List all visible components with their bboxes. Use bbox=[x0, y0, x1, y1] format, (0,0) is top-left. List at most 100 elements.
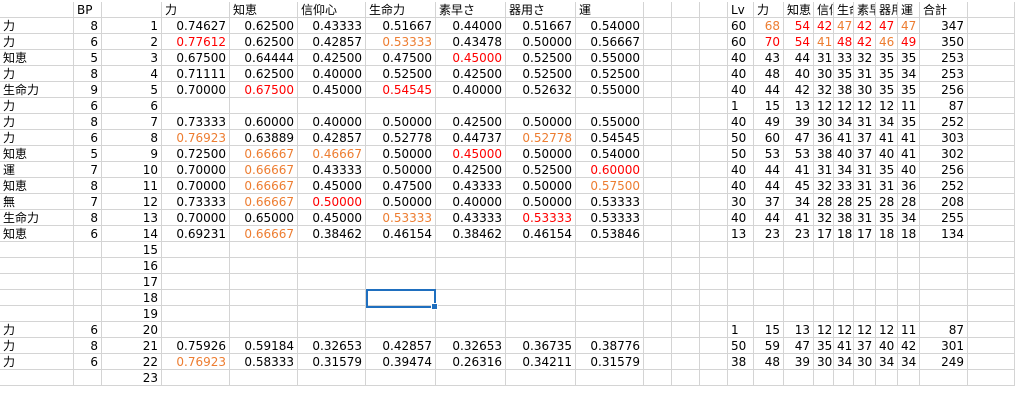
cell-p[interactable] bbox=[784, 306, 814, 322]
cell-b[interactable]: 8 bbox=[74, 114, 102, 130]
cell-k[interactable] bbox=[644, 274, 672, 290]
cell-e[interactable]: 0.67500 bbox=[230, 82, 298, 98]
cell-u[interactable]: 35 bbox=[898, 50, 920, 66]
cell-l[interactable] bbox=[672, 274, 700, 290]
cell-f[interactable]: 0.43333 bbox=[298, 18, 366, 34]
cell-o[interactable]: 59 bbox=[754, 338, 784, 354]
cell-q[interactable]: 12 bbox=[814, 98, 834, 114]
cell-c[interactable]: 9 bbox=[102, 146, 162, 162]
cell-q[interactable]: 32 bbox=[814, 178, 834, 194]
cell-j[interactable]: 0.54545 bbox=[576, 130, 644, 146]
cell-d[interactable]: 0.70000 bbox=[162, 162, 230, 178]
cell-d[interactable] bbox=[162, 290, 230, 306]
cell-l[interactable] bbox=[672, 226, 700, 242]
header-cell-v[interactable]: 合計 bbox=[920, 2, 968, 18]
cell-v[interactable] bbox=[920, 290, 968, 306]
cell-g[interactable]: 0.46154 bbox=[366, 226, 436, 242]
cell-k[interactable] bbox=[644, 306, 672, 322]
cell-t[interactable]: 12 bbox=[876, 98, 898, 114]
cell-h[interactable]: 0.44737 bbox=[436, 130, 506, 146]
cell-u[interactable] bbox=[898, 370, 920, 386]
cell-h[interactable]: 0.26316 bbox=[436, 354, 506, 370]
cell-p[interactable]: 53 bbox=[784, 146, 814, 162]
cell-m[interactable] bbox=[700, 242, 728, 258]
cell-m[interactable] bbox=[700, 210, 728, 226]
cell-c[interactable]: 7 bbox=[102, 114, 162, 130]
cell-h[interactable] bbox=[436, 290, 506, 306]
cell-a[interactable]: 運 bbox=[0, 162, 74, 178]
cell-n[interactable]: 40 bbox=[728, 178, 754, 194]
cell-n[interactable]: 40 bbox=[728, 210, 754, 226]
cell-s[interactable]: 37 bbox=[854, 146, 876, 162]
cell-k[interactable] bbox=[644, 146, 672, 162]
cell-q[interactable]: 17 bbox=[814, 226, 834, 242]
cell-s[interactable]: 17 bbox=[854, 226, 876, 242]
cell-m[interactable] bbox=[700, 18, 728, 34]
cell-r[interactable]: 47 bbox=[834, 18, 854, 34]
header-cell-h[interactable]: 素早さ bbox=[436, 2, 506, 18]
cell-h[interactable]: 0.42500 bbox=[436, 114, 506, 130]
cell-l[interactable] bbox=[672, 242, 700, 258]
cell-k[interactable] bbox=[644, 66, 672, 82]
cell-r[interactable] bbox=[834, 290, 854, 306]
cell-p[interactable]: 45 bbox=[784, 178, 814, 194]
cell-h[interactable]: 0.40000 bbox=[436, 82, 506, 98]
cell-f[interactable]: 0.38462 bbox=[298, 226, 366, 242]
cell-u[interactable] bbox=[898, 290, 920, 306]
cell-i[interactable]: 0.52500 bbox=[506, 66, 576, 82]
cell-d[interactable] bbox=[162, 370, 230, 386]
cell-l[interactable] bbox=[672, 146, 700, 162]
cell-j[interactable] bbox=[576, 322, 644, 338]
cell-c[interactable]: 13 bbox=[102, 210, 162, 226]
cell-k[interactable] bbox=[644, 130, 672, 146]
cell-r[interactable]: 38 bbox=[834, 82, 854, 98]
cell-o[interactable]: 49 bbox=[754, 114, 784, 130]
cell-m[interactable] bbox=[700, 66, 728, 82]
cell-g[interactable] bbox=[366, 258, 436, 274]
cell-r[interactable]: 35 bbox=[834, 66, 854, 82]
cell-a[interactable] bbox=[0, 258, 74, 274]
cell-j[interactable] bbox=[576, 290, 644, 306]
cell-q[interactable]: 31 bbox=[814, 50, 834, 66]
cell-u[interactable]: 11 bbox=[898, 322, 920, 338]
cell-w[interactable] bbox=[968, 50, 1015, 66]
cell-c[interactable]: 17 bbox=[102, 274, 162, 290]
cell-b[interactable]: 8 bbox=[74, 338, 102, 354]
cell-a[interactable]: 力 bbox=[0, 18, 74, 34]
cell-n[interactable] bbox=[728, 290, 754, 306]
cell-m[interactable] bbox=[700, 146, 728, 162]
cell-h[interactable]: 0.43333 bbox=[436, 178, 506, 194]
cell-w[interactable] bbox=[968, 66, 1015, 82]
cell-t[interactable]: 35 bbox=[876, 66, 898, 82]
cell-v[interactable]: 134 bbox=[920, 226, 968, 242]
cell-e[interactable]: 0.66667 bbox=[230, 226, 298, 242]
header-cell-j[interactable]: 運 bbox=[576, 2, 644, 18]
cell-j[interactable]: 0.31579 bbox=[576, 354, 644, 370]
cell-l[interactable] bbox=[672, 354, 700, 370]
cell-q[interactable] bbox=[814, 290, 834, 306]
cell-l[interactable] bbox=[672, 34, 700, 50]
cell-p[interactable]: 44 bbox=[784, 50, 814, 66]
cell-b[interactable] bbox=[74, 306, 102, 322]
cell-b[interactable]: 6 bbox=[74, 354, 102, 370]
cell-i[interactable]: 0.50000 bbox=[506, 146, 576, 162]
cell-b[interactable] bbox=[74, 274, 102, 290]
cell-o[interactable] bbox=[754, 370, 784, 386]
cell-f[interactable]: 0.43333 bbox=[298, 162, 366, 178]
cell-f[interactable]: 0.42500 bbox=[298, 50, 366, 66]
cell-q[interactable]: 28 bbox=[814, 194, 834, 210]
cell-q[interactable]: 31 bbox=[814, 162, 834, 178]
cell-a[interactable]: 力 bbox=[0, 130, 74, 146]
cell-t[interactable]: 40 bbox=[876, 338, 898, 354]
cell-v[interactable]: 303 bbox=[920, 130, 968, 146]
cell-q[interactable]: 38 bbox=[814, 146, 834, 162]
cell-m[interactable] bbox=[700, 50, 728, 66]
cell-p[interactable]: 47 bbox=[784, 130, 814, 146]
cell-b[interactable] bbox=[74, 242, 102, 258]
cell-j[interactable] bbox=[576, 98, 644, 114]
cell-t[interactable] bbox=[876, 258, 898, 274]
cell-r[interactable]: 28 bbox=[834, 194, 854, 210]
cell-e[interactable]: 0.58333 bbox=[230, 354, 298, 370]
cell-b[interactable]: 8 bbox=[74, 210, 102, 226]
cell-l[interactable] bbox=[672, 130, 700, 146]
